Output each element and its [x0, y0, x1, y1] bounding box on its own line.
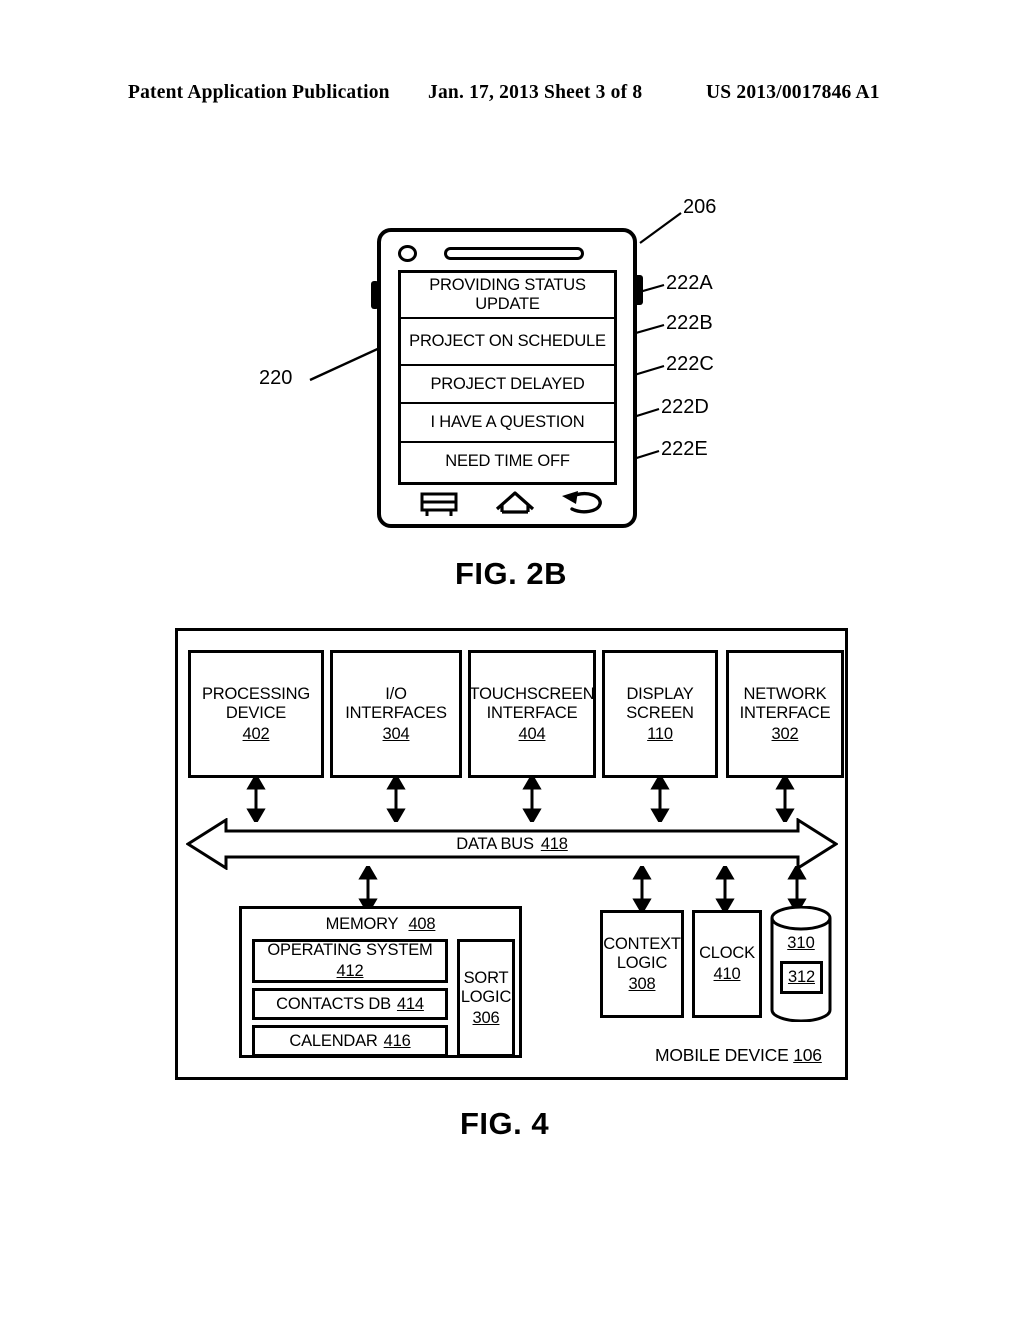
- block-memory: MEMORY 408 OPERATING SYSTEM 412 CONTACTS…: [239, 906, 522, 1058]
- memory-ref: 408: [408, 915, 436, 933]
- block-line2: DEVICE: [225, 703, 287, 722]
- mobile-device-label-group: MOBILE DEVICE 106: [655, 1045, 822, 1066]
- block-line2: LOGIC: [616, 953, 668, 972]
- data-bus-ref: 418: [540, 834, 568, 853]
- block-line1: I/O: [385, 684, 407, 703]
- block-display-screen: DISPLAY SCREEN 110: [602, 650, 718, 778]
- block-line1: SORT: [463, 968, 509, 987]
- database-inner-ref: 312: [788, 968, 815, 986]
- block-line1: CONTEXT: [603, 934, 681, 953]
- block-line1: CALENDAR: [289, 1031, 378, 1050]
- block-ref: 416: [383, 1031, 411, 1050]
- block-ref: 306: [472, 1008, 500, 1027]
- block-touchscreen-interface: TOUCHSCREEN INTERFACE 404: [468, 650, 596, 778]
- block-line2: INTERFACE: [739, 703, 831, 722]
- block-calendar: CALENDAR 416: [252, 1025, 448, 1057]
- block-line1: DISPLAY: [626, 684, 694, 703]
- block-ref: 308: [628, 974, 656, 993]
- block-line2: SCREEN: [626, 703, 694, 722]
- block-processing-device: PROCESSING DEVICE 402: [188, 650, 324, 778]
- database-top-ref: 310: [787, 934, 815, 952]
- block-contacts-db: CONTACTS DB 414: [252, 988, 448, 1020]
- block-ref: 304: [382, 724, 410, 743]
- mobile-device-label: MOBILE DEVICE: [655, 1045, 789, 1065]
- block-ref: 302: [771, 724, 799, 743]
- block-io-interfaces: I/O INTERFACES 304: [330, 650, 462, 778]
- block-line1: PROCESSING: [201, 684, 311, 703]
- block-ref: 110: [647, 724, 673, 743]
- block-line2: INTERFACES: [345, 703, 447, 722]
- block-clock: CLOCK 410: [692, 910, 762, 1018]
- data-bus-label-group: DATA BUS 418: [186, 818, 838, 870]
- memory-title-group: MEMORY 408: [242, 915, 519, 934]
- block-network-interface: NETWORK INTERFACE 302: [726, 650, 844, 778]
- block-database-inner: 312: [780, 961, 823, 994]
- block-line1: CLOCK: [699, 944, 755, 962]
- data-bus-label: DATA BUS: [456, 834, 534, 853]
- block-context-logic: CONTEXT LOGIC 308: [600, 910, 684, 1018]
- block-line1: OPERATING SYSTEM: [267, 941, 433, 959]
- block-line2: INTERFACE: [486, 703, 578, 722]
- block-line1: NETWORK: [743, 684, 827, 703]
- connectors-top-to-bus: [246, 776, 795, 822]
- memory-title: MEMORY: [325, 915, 399, 933]
- block-line1: CONTACTS DB: [276, 994, 391, 1013]
- fig4-caption: FIG. 4: [460, 1106, 550, 1141]
- block-operating-system: OPERATING SYSTEM 412: [252, 939, 448, 983]
- mobile-device-ref: 106: [793, 1045, 822, 1065]
- block-line1: TOUCHSCREEN: [469, 684, 595, 703]
- block-line2: LOGIC: [460, 987, 512, 1006]
- data-bus: DATA BUS 418: [186, 818, 838, 870]
- block-database: 310 312: [770, 906, 832, 1022]
- block-ref: 402: [242, 724, 270, 743]
- figure-4: PROCESSING DEVICE 402 I/O INTERFACES 304…: [0, 0, 1024, 1320]
- block-sort-logic: SORT LOGIC 306: [457, 939, 515, 1057]
- block-ref: 404: [518, 724, 546, 743]
- block-ref: 410: [713, 965, 741, 983]
- block-ref: 412: [336, 962, 364, 980]
- block-ref: 414: [396, 994, 424, 1013]
